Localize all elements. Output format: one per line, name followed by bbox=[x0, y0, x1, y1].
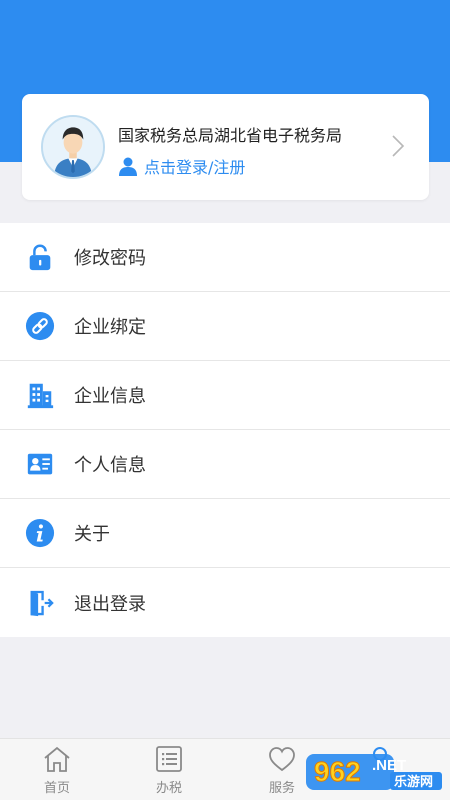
bottom-tab-bar: 首页 办税 服务 962 .NET 乐游网 bbox=[0, 738, 450, 800]
svg-text:乐游网: 乐游网 bbox=[394, 774, 433, 790]
menu-item-about[interactable]: 关于 bbox=[0, 499, 450, 568]
menu-item-personal-info[interactable]: 个人信息 bbox=[0, 430, 450, 499]
building-icon bbox=[24, 379, 56, 411]
tab-service[interactable]: 服务 bbox=[252, 745, 312, 799]
menu-item-company-binding[interactable]: 企业绑定 bbox=[0, 292, 450, 361]
info-icon bbox=[24, 517, 56, 549]
org-name: 国家税务总局湖北省电子税务局 bbox=[118, 126, 343, 145]
menu-label: 退出登录 bbox=[74, 593, 146, 615]
menu-label: 修改密码 bbox=[74, 248, 146, 269]
settings-menu: 修改密码 企业绑定 企业信息 个人信息 关于 退出登录 bbox=[0, 223, 450, 637]
login-register-link[interactable]: 点击登录/注册 bbox=[118, 154, 245, 178]
id-card-icon bbox=[24, 448, 56, 480]
chevron-right-icon bbox=[392, 135, 405, 157]
menu-label: 个人信息 bbox=[74, 455, 146, 476]
home-icon bbox=[44, 746, 70, 772]
tab-label: 办税 bbox=[155, 781, 182, 796]
menu-label: 企业信息 bbox=[74, 386, 146, 407]
menu-item-change-password[interactable]: 修改密码 bbox=[0, 223, 450, 292]
avatar bbox=[41, 115, 105, 179]
login-register-text: 点击登录/注册 bbox=[144, 158, 246, 177]
lock-icon bbox=[24, 241, 56, 273]
tab-home[interactable]: 首页 bbox=[27, 745, 87, 799]
tab-label: 服务 bbox=[268, 781, 295, 796]
svg-text:.NET: .NET bbox=[372, 757, 406, 774]
menu-label: 关于 bbox=[74, 524, 110, 545]
list-icon bbox=[156, 746, 182, 772]
menu-label: 企业绑定 bbox=[74, 317, 146, 338]
heart-icon bbox=[269, 747, 295, 772]
menu-item-logout[interactable]: 退出登录 bbox=[0, 568, 450, 637]
svg-text:962: 962 bbox=[314, 756, 361, 787]
tab-tax[interactable]: 办税 bbox=[139, 745, 199, 799]
link-icon bbox=[24, 310, 56, 342]
person-icon bbox=[119, 157, 137, 176]
watermark-logo: 962 .NET 乐游网 bbox=[304, 746, 444, 792]
user-avatar-icon bbox=[43, 117, 103, 177]
profile-card[interactable]: 国家税务总局湖北省电子税务局 点击登录/注册 bbox=[22, 94, 429, 200]
tab-label: 首页 bbox=[43, 781, 70, 796]
menu-item-company-info[interactable]: 企业信息 bbox=[0, 361, 450, 430]
logout-icon bbox=[24, 587, 56, 619]
